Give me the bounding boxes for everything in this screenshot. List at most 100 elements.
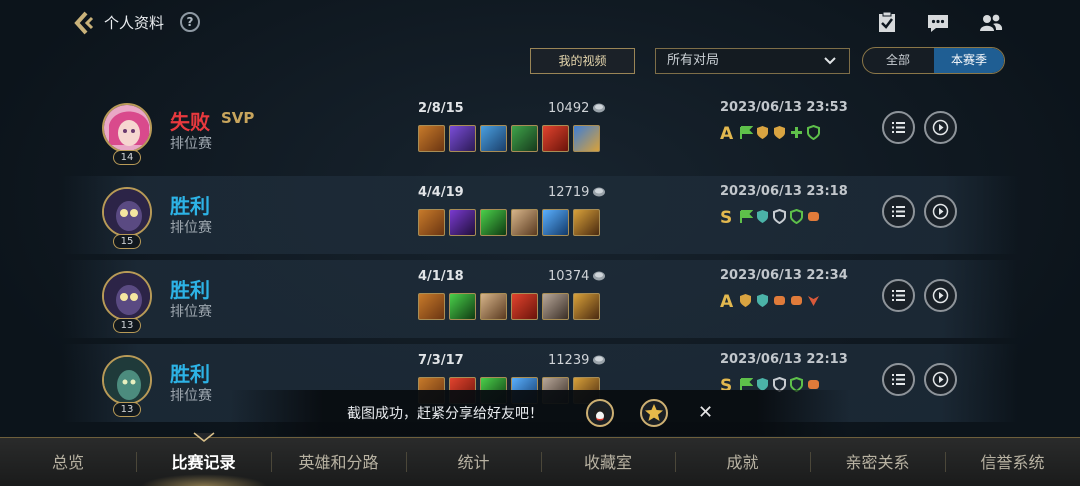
kda: 2/8/15 xyxy=(418,101,464,116)
replay-button[interactable] xyxy=(924,195,957,228)
match-time: 2023/06/13 22:13 xyxy=(720,352,848,367)
shield-medal-icon xyxy=(757,210,768,223)
list-icon xyxy=(892,290,905,301)
item-icon xyxy=(449,293,476,320)
game-mode: 排位赛 xyxy=(170,304,212,320)
item-icon xyxy=(480,209,507,236)
item-icon xyxy=(542,209,569,236)
replay-button[interactable] xyxy=(924,111,957,144)
tab-collection[interactable]: 收藏室 xyxy=(541,438,675,486)
match-grade: A xyxy=(720,292,734,312)
gold-amount: 10492 xyxy=(548,101,590,116)
kda: 7/3/17 xyxy=(418,353,464,368)
scroll-medal-icon xyxy=(808,212,819,221)
gold-amount: 11239 xyxy=(548,353,590,368)
page-title: 个人资料 xyxy=(104,14,165,32)
svp-badge: SVP xyxy=(221,109,255,127)
medal-list xyxy=(738,293,821,308)
tab-credit-system[interactable]: 信誉系统 xyxy=(945,438,1080,486)
tab-relationships[interactable]: 亲密关系 xyxy=(810,438,945,486)
friends-icon[interactable] xyxy=(978,10,1004,36)
match-time: 2023/06/13 23:53 xyxy=(720,100,848,115)
play-icon xyxy=(932,287,949,304)
item-icon xyxy=(418,125,445,152)
match-detail-button[interactable] xyxy=(882,363,915,396)
item-icon xyxy=(511,293,538,320)
match-grade: S xyxy=(720,208,733,228)
match-grade: A xyxy=(720,124,734,144)
item-icon xyxy=(418,293,445,320)
replay-button[interactable] xyxy=(924,279,957,312)
hero-avatar xyxy=(102,103,152,153)
tab-stats[interactable]: 统计 xyxy=(406,438,541,486)
item-build xyxy=(418,209,600,237)
season-toggle[interactable]: 全部 本赛季 xyxy=(862,47,1005,74)
match-detail-button[interactable] xyxy=(882,195,915,228)
favorite-button[interactable] xyxy=(640,399,668,427)
chevron-down-icon xyxy=(824,57,836,65)
tab-achievements[interactable]: 成就 xyxy=(675,438,810,486)
medal-list xyxy=(738,125,821,140)
match-type-select[interactable]: 所有对局 xyxy=(655,48,850,74)
tab-heroes-roles[interactable]: 英雄和分路 xyxy=(271,438,406,486)
medal-list xyxy=(738,209,821,224)
toast-close-button[interactable]: ✕ xyxy=(698,402,713,423)
list-icon xyxy=(892,374,905,385)
toast-message: 截图成功，赶紧分享给好友吧！ xyxy=(347,406,543,422)
shield-medal-icon xyxy=(757,294,768,307)
item-icon xyxy=(573,125,600,152)
match-row[interactable]: 14 失败 SVP 排位赛 2/8/15 10492 2023/06/13 23… xyxy=(62,92,1018,170)
season-current-option[interactable]: 本赛季 xyxy=(934,48,1004,73)
item-icon xyxy=(511,209,538,236)
list-icon xyxy=(892,206,905,217)
chat-icon[interactable] xyxy=(925,10,951,36)
gold-coin-icon xyxy=(593,103,605,113)
item-icon xyxy=(480,125,507,152)
play-icon xyxy=(932,371,949,388)
gold-coin-icon xyxy=(593,271,605,281)
match-detail-button[interactable] xyxy=(882,111,915,144)
match-result: 胜利 xyxy=(170,194,210,218)
game-mode: 排位赛 xyxy=(170,220,212,236)
scroll-medal-icon xyxy=(791,296,802,305)
hero-level-badge: 14 xyxy=(113,150,141,165)
help-icon[interactable]: ? xyxy=(180,12,200,32)
bottom-nav: 总览 比赛记录 英雄和分路 统计 收藏室 成就 亲密关系 信誉系统 xyxy=(0,432,1080,486)
shield-medal-icon xyxy=(757,126,768,139)
back-button[interactable] xyxy=(72,10,98,36)
item-icon xyxy=(449,209,476,236)
gold-amount: 12719 xyxy=(548,185,590,200)
game-mode: 排位赛 xyxy=(170,388,212,404)
shield-medal-icon xyxy=(773,209,786,224)
gold-amount: 10374 xyxy=(548,269,590,284)
flag-medal-icon xyxy=(740,126,753,139)
shield-medal-icon xyxy=(740,294,751,307)
replay-button[interactable] xyxy=(924,363,957,396)
match-result: 胜利 xyxy=(170,362,210,386)
play-icon xyxy=(932,119,949,136)
item-icon xyxy=(418,209,445,236)
match-detail-button[interactable] xyxy=(882,279,915,312)
match-result: 胜利 xyxy=(170,278,210,302)
match-row[interactable]: 13 胜利 排位赛 4/1/18 10374 2023/06/13 22:34 … xyxy=(62,260,1018,338)
share-qq-button[interactable] xyxy=(586,399,614,427)
kda: 4/1/18 xyxy=(418,269,464,284)
item-icon xyxy=(480,293,507,320)
play-icon xyxy=(932,203,949,220)
game-mode: 排位赛 xyxy=(170,136,212,152)
penguin-icon xyxy=(594,407,606,421)
tab-overview[interactable]: 总览 xyxy=(0,438,136,486)
task-clipboard-icon[interactable] xyxy=(874,10,900,36)
hero-level-badge: 13 xyxy=(113,402,141,417)
shield-medal-icon xyxy=(807,125,820,140)
season-all-option[interactable]: 全部 xyxy=(863,48,933,73)
item-icon xyxy=(449,125,476,152)
back-arrow-icon xyxy=(74,11,94,35)
item-icon xyxy=(573,293,600,320)
my-video-button[interactable]: 我的视频 xyxy=(530,48,635,74)
screenshot-toast: 截图成功，赶紧分享给好友吧！ ✕ xyxy=(230,390,850,436)
match-result: 失败 xyxy=(170,110,210,134)
match-row[interactable]: 15 胜利 排位赛 4/4/19 12719 2023/06/13 23:18 … xyxy=(62,176,1018,254)
item-icon xyxy=(542,293,569,320)
tab-match-history[interactable]: 比赛记录 xyxy=(136,438,271,486)
